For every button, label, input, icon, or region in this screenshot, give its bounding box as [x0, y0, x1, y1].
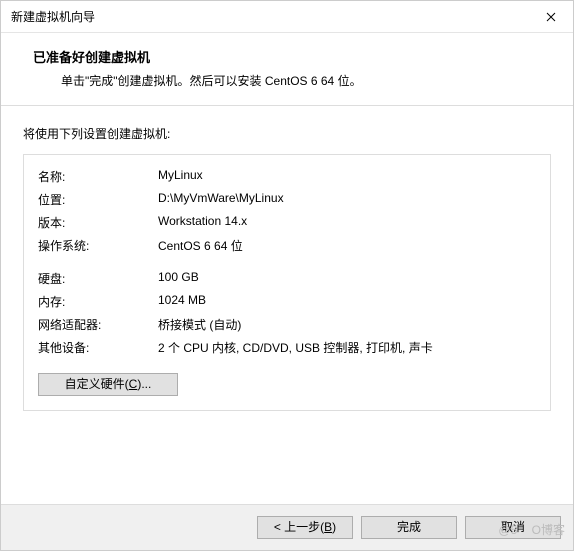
- footer: < 上一步(B) 完成 取消 @5 ㅤO博客: [1, 504, 573, 550]
- setting-value: 2 个 CPU 内核, CD/DVD, USB 控制器, 打印机, 声卡: [158, 336, 536, 359]
- header-area: 已准备好创建虚拟机 单击"完成"创建虚拟机。然后可以安装 CentOS 6 64…: [1, 33, 573, 105]
- setting-value: 桥接模式 (自动): [158, 313, 536, 336]
- window-title: 新建虚拟机向导: [11, 8, 95, 25]
- setting-value: Workstation 14.x: [158, 211, 536, 234]
- table-row: 版本: Workstation 14.x: [38, 211, 536, 234]
- table-row: 网络适配器: 桥接模式 (自动): [38, 313, 536, 336]
- content-intro: 将使用下列设置创建虚拟机:: [23, 125, 551, 142]
- back-button[interactable]: < 上一步(B): [257, 516, 353, 539]
- setting-label: 操作系统:: [38, 234, 158, 257]
- setting-label: 名称:: [38, 165, 158, 188]
- wizard-window: 新建虚拟机向导 已准备好创建虚拟机 单击"完成"创建虚拟机。然后可以安装 Cen…: [0, 0, 574, 551]
- customize-wrap: 自定义硬件(C)...: [38, 373, 536, 396]
- close-icon: [546, 12, 556, 22]
- setting-label: 网络适配器:: [38, 313, 158, 336]
- setting-label: 内存:: [38, 290, 158, 313]
- settings-table: 名称: MyLinux 位置: D:\MyVmWare\MyLinux 版本: …: [38, 165, 536, 359]
- table-row: 操作系统: CentOS 6 64 位: [38, 234, 536, 257]
- table-row: 位置: D:\MyVmWare\MyLinux: [38, 188, 536, 211]
- setting-value: D:\MyVmWare\MyLinux: [158, 188, 536, 211]
- cancel-button[interactable]: 取消: [465, 516, 561, 539]
- page-heading: 已准备好创建虚拟机: [33, 47, 551, 66]
- spacer-row: [38, 257, 536, 267]
- customize-hardware-button[interactable]: 自定义硬件(C)...: [38, 373, 178, 396]
- titlebar: 新建虚拟机向导: [1, 1, 573, 33]
- setting-value: 100 GB: [158, 267, 536, 290]
- table-row: 其他设备: 2 个 CPU 内核, CD/DVD, USB 控制器, 打印机, …: [38, 336, 536, 359]
- setting-value: 1024 MB: [158, 290, 536, 313]
- setting-label: 硬盘:: [38, 267, 158, 290]
- setting-value: CentOS 6 64 位: [158, 234, 536, 257]
- close-button[interactable]: [528, 1, 573, 33]
- settings-box: 名称: MyLinux 位置: D:\MyVmWare\MyLinux 版本: …: [23, 154, 551, 411]
- setting-value: MyLinux: [158, 165, 536, 188]
- setting-label: 版本:: [38, 211, 158, 234]
- content-area: 将使用下列设置创建虚拟机: 名称: MyLinux 位置: D:\MyVmWar…: [1, 107, 573, 504]
- finish-button[interactable]: 完成: [361, 516, 457, 539]
- page-subheading: 单击"完成"创建虚拟机。然后可以安装 CentOS 6 64 位。: [61, 72, 551, 89]
- table-row: 内存: 1024 MB: [38, 290, 536, 313]
- setting-label: 位置:: [38, 188, 158, 211]
- table-row: 硬盘: 100 GB: [38, 267, 536, 290]
- table-row: 名称: MyLinux: [38, 165, 536, 188]
- setting-label: 其他设备:: [38, 336, 158, 359]
